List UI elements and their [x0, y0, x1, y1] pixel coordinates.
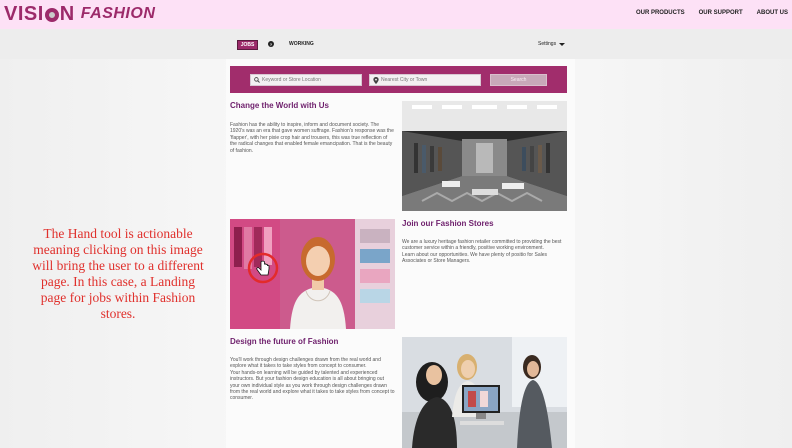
section-body-design-future: You'll work through design challenges dr…	[230, 357, 395, 402]
brand-logo[interactable]: VISI N FASHION	[4, 2, 155, 26]
section-title-design-future: Design the future of Fashion	[230, 337, 339, 346]
sub-navigation-bar	[0, 29, 792, 59]
location-pin-icon	[373, 76, 379, 84]
keyword-placeholder: Keyword or Store Location	[262, 77, 321, 83]
nav-our-products[interactable]: OUR PRODUCTS	[636, 10, 685, 16]
fashion-stores-image[interactable]	[230, 219, 395, 329]
settings-dropdown[interactable]: Settings	[538, 41, 566, 47]
section-body-change-world: Fashion has the ability to inspire, info…	[230, 122, 394, 154]
settings-label: Settings	[538, 41, 557, 47]
nav-about-us[interactable]: ABOUT US	[757, 10, 788, 16]
store-interior-photo	[402, 101, 567, 211]
search-button[interactable]: Search	[490, 74, 547, 86]
search-icon	[254, 77, 260, 83]
top-navigation: OUR PRODUCTS OUR SUPPORT ABOUT US	[636, 10, 792, 16]
nav-our-support[interactable]: OUR SUPPORT	[699, 10, 743, 16]
hand-cursor-highlight	[247, 252, 279, 284]
logo-vision-text: VISI	[4, 2, 44, 25]
hand-cursor-icon	[256, 260, 270, 276]
tab-working[interactable]: WORKING	[289, 41, 314, 47]
logo-fashion-text: FASHION	[80, 5, 156, 22]
tab-jobs[interactable]: JOBS	[237, 40, 258, 50]
hand-tool-annotation: The Hand tool is actionable meaning clic…	[32, 226, 204, 321]
design-studio-photo	[402, 337, 567, 448]
location-search-input[interactable]: Nearest City or Town	[369, 74, 481, 86]
location-placeholder: Nearest City or Town	[381, 77, 428, 83]
chevron-down-icon	[559, 42, 566, 46]
store-interior-image[interactable]	[402, 101, 567, 211]
keyword-search-input[interactable]: Keyword or Store Location	[250, 74, 362, 86]
help-icon[interactable]: ?	[268, 41, 274, 47]
section-title-change-world: Change the World with Us	[230, 101, 329, 110]
section-title-join-stores: Join our Fashion Stores	[402, 219, 494, 228]
design-studio-image[interactable]	[402, 337, 567, 448]
logo-o-mark	[44, 8, 59, 22]
section-body-join-stores: We are a luxury heritage fashion retaile…	[402, 239, 562, 265]
logo-vision-n: N	[59, 2, 75, 25]
